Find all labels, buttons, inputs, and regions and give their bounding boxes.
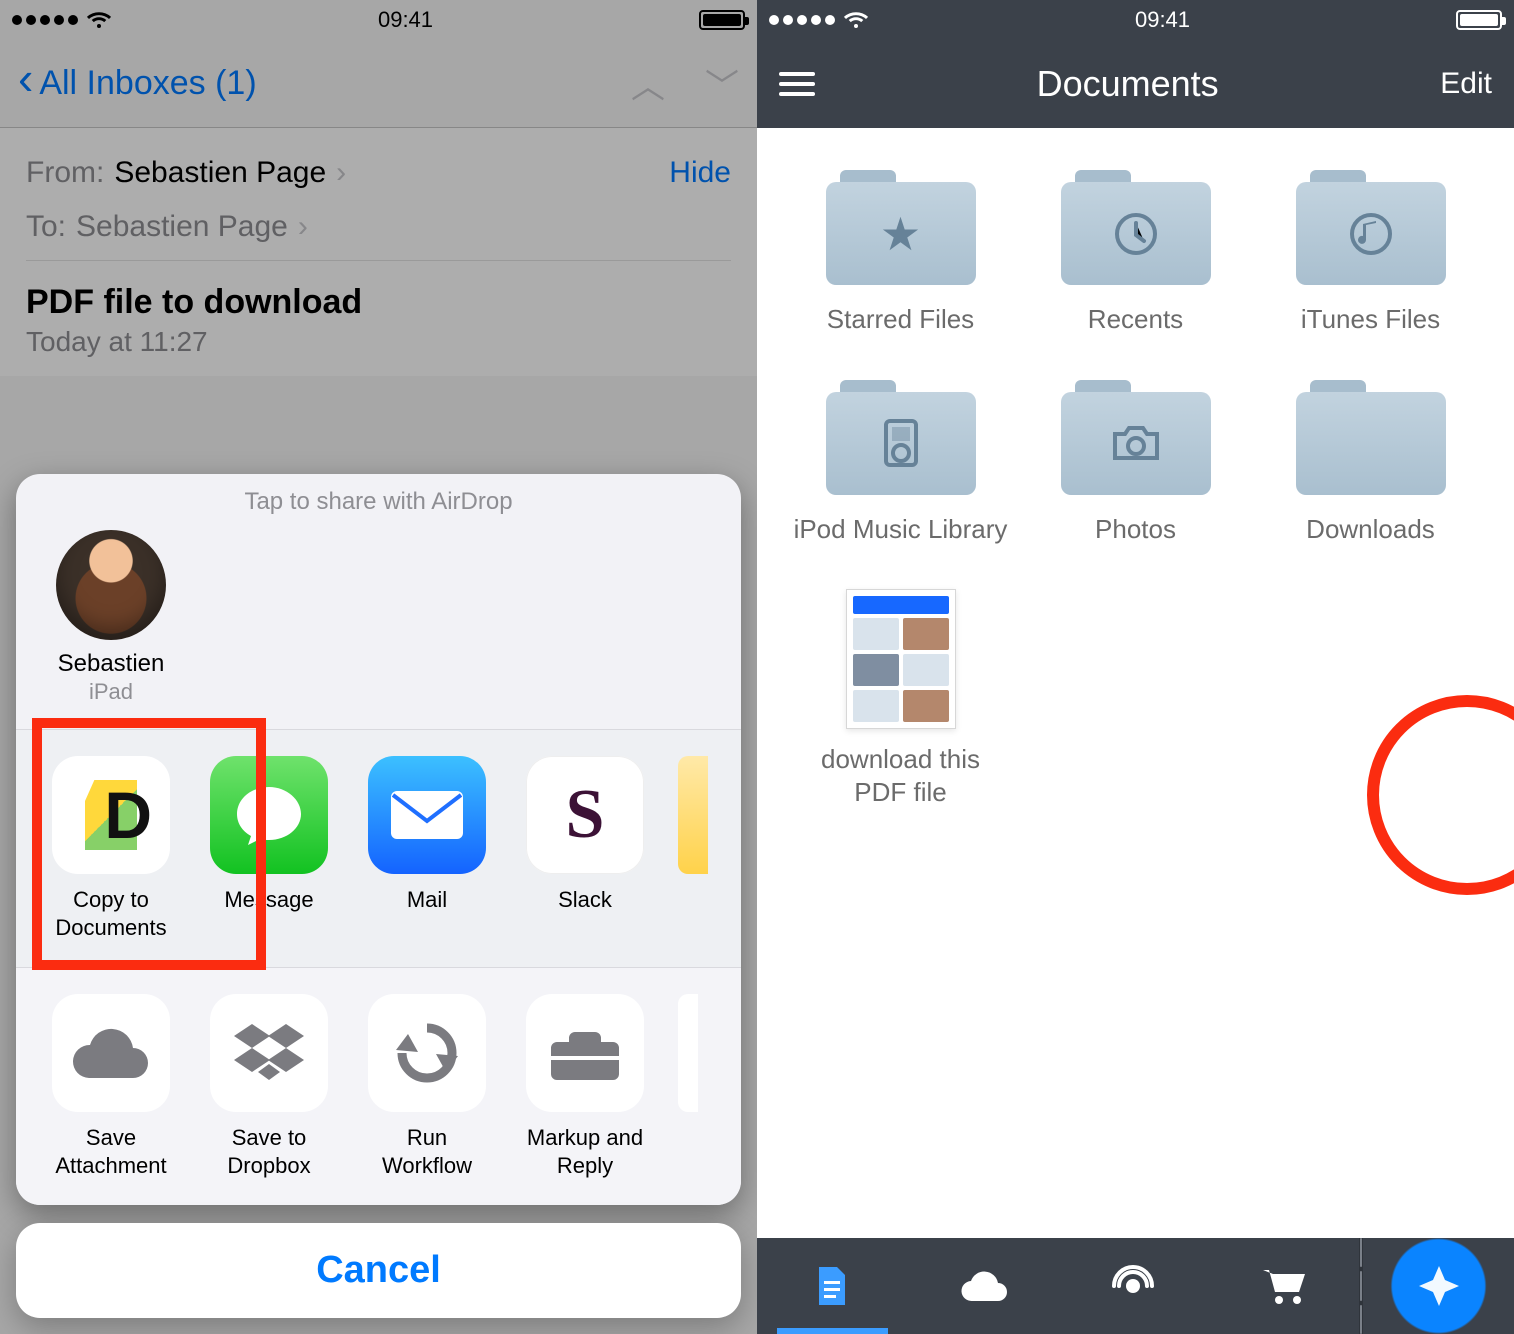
mail-app-icon bbox=[368, 756, 486, 874]
documents-nav-bar: Documents Edit bbox=[757, 40, 1514, 128]
signal-dots-icon bbox=[769, 15, 835, 25]
cancel-button[interactable]: Cancel bbox=[16, 1223, 741, 1318]
share-apps-row: Copy to Documents Message Mail S Sla bbox=[16, 729, 741, 968]
notes-app-icon bbox=[678, 756, 708, 874]
file-download-this-pdf-file[interactable]: download this PDF file bbox=[793, 589, 1008, 808]
share-app-message[interactable]: Message bbox=[204, 756, 334, 941]
action-label: Save Attachment bbox=[46, 1124, 176, 1179]
workflow-icon bbox=[368, 994, 486, 1112]
airdrop-contact-name: Sebastien bbox=[46, 650, 176, 679]
more-icon bbox=[678, 994, 698, 1112]
folder-label: Recents bbox=[1028, 303, 1243, 336]
action-markup-and-reply[interactable]: Markup and Reply bbox=[520, 994, 650, 1179]
action-label: Markup and Reply bbox=[520, 1124, 650, 1179]
action-save-attachment[interactable]: Save Attachment bbox=[46, 994, 176, 1179]
folder-downloads[interactable]: Downloads bbox=[1263, 380, 1478, 546]
status-time: 09:41 bbox=[1135, 7, 1190, 33]
action-run-workflow[interactable]: Run Workflow bbox=[362, 994, 492, 1179]
bottom-tab-bar bbox=[757, 1238, 1514, 1334]
folder-starred-files[interactable]: ★ Starred Files bbox=[793, 170, 1008, 336]
action-label: Run Workflow bbox=[362, 1124, 492, 1179]
folder-label: iPod Music Library bbox=[793, 513, 1008, 546]
tab-store[interactable] bbox=[1209, 1238, 1360, 1334]
documents-pane: 09:41 Documents Edit ★ Starred Files Rec… bbox=[757, 0, 1514, 1334]
share-app-label: Mail bbox=[362, 886, 492, 914]
share-app-more[interactable] bbox=[678, 756, 708, 941]
action-more[interactable] bbox=[678, 994, 698, 1179]
menu-button[interactable] bbox=[779, 66, 815, 102]
share-app-copy-to-documents[interactable]: Copy to Documents bbox=[46, 756, 176, 941]
airdrop-title: Tap to share with AirDrop bbox=[16, 474, 741, 524]
airdrop-contact-device: iPad bbox=[46, 679, 176, 705]
folder-label: Downloads bbox=[1263, 513, 1478, 546]
share-app-label: Message bbox=[204, 886, 334, 914]
folder-recents[interactable]: Recents bbox=[1028, 170, 1243, 336]
mail-pane: 09:41 All Inboxes (1) ︿ ﹀ From: Sebastie… bbox=[0, 0, 757, 1334]
folder-icon bbox=[1296, 380, 1446, 495]
folder-photos[interactable]: Photos bbox=[1028, 380, 1243, 546]
documents-app-icon bbox=[52, 756, 170, 874]
share-app-label: Slack bbox=[520, 886, 650, 914]
documents-grid: ★ Starred Files Recents iTunes Files iPo… bbox=[757, 128, 1514, 850]
folder-label: iTunes Files bbox=[1263, 303, 1478, 336]
file-label: download this PDF file bbox=[793, 743, 1008, 808]
folder-itunes-files[interactable]: iTunes Files bbox=[1263, 170, 1478, 336]
toolbox-icon bbox=[526, 994, 644, 1112]
folder-ipod-music-library[interactable]: iPod Music Library bbox=[793, 380, 1008, 546]
share-sheet: Tap to share with AirDrop Sebastien iPad… bbox=[16, 474, 741, 1318]
folder-icon bbox=[1061, 170, 1211, 285]
slack-app-icon: S bbox=[526, 756, 644, 874]
action-label: Save to Dropbox bbox=[204, 1124, 334, 1179]
tab-cloud[interactable] bbox=[908, 1238, 1059, 1334]
message-app-icon bbox=[210, 756, 328, 874]
avatar bbox=[56, 530, 166, 640]
tab-documents[interactable] bbox=[757, 1238, 908, 1334]
share-app-mail[interactable]: Mail bbox=[362, 756, 492, 941]
folder-icon bbox=[826, 380, 976, 495]
folder-label: Photos bbox=[1028, 513, 1243, 546]
page-title: Documents bbox=[1037, 63, 1219, 105]
folder-icon bbox=[1061, 380, 1211, 495]
wifi-icon bbox=[843, 10, 869, 30]
tab-browser[interactable] bbox=[1363, 1238, 1514, 1334]
cloud-icon bbox=[52, 994, 170, 1112]
folder-icon: ★ bbox=[826, 170, 976, 285]
tab-wifi-transfer[interactable] bbox=[1058, 1238, 1209, 1334]
pdf-thumbnail-icon bbox=[846, 589, 956, 729]
airdrop-contact[interactable]: Sebastien iPad bbox=[46, 530, 176, 705]
share-actions-row: Save Attachment Save to Dropbox Run Work… bbox=[16, 968, 741, 1205]
battery-icon bbox=[1456, 10, 1502, 30]
folder-label: Starred Files bbox=[793, 303, 1008, 336]
share-app-slack[interactable]: S Slack bbox=[520, 756, 650, 941]
folder-icon bbox=[1296, 170, 1446, 285]
action-save-to-dropbox[interactable]: Save to Dropbox bbox=[204, 994, 334, 1179]
share-app-label: Copy to Documents bbox=[46, 886, 176, 941]
status-bar-right: 09:41 bbox=[757, 0, 1514, 40]
edit-button[interactable]: Edit bbox=[1440, 67, 1492, 101]
dropbox-icon bbox=[210, 994, 328, 1112]
